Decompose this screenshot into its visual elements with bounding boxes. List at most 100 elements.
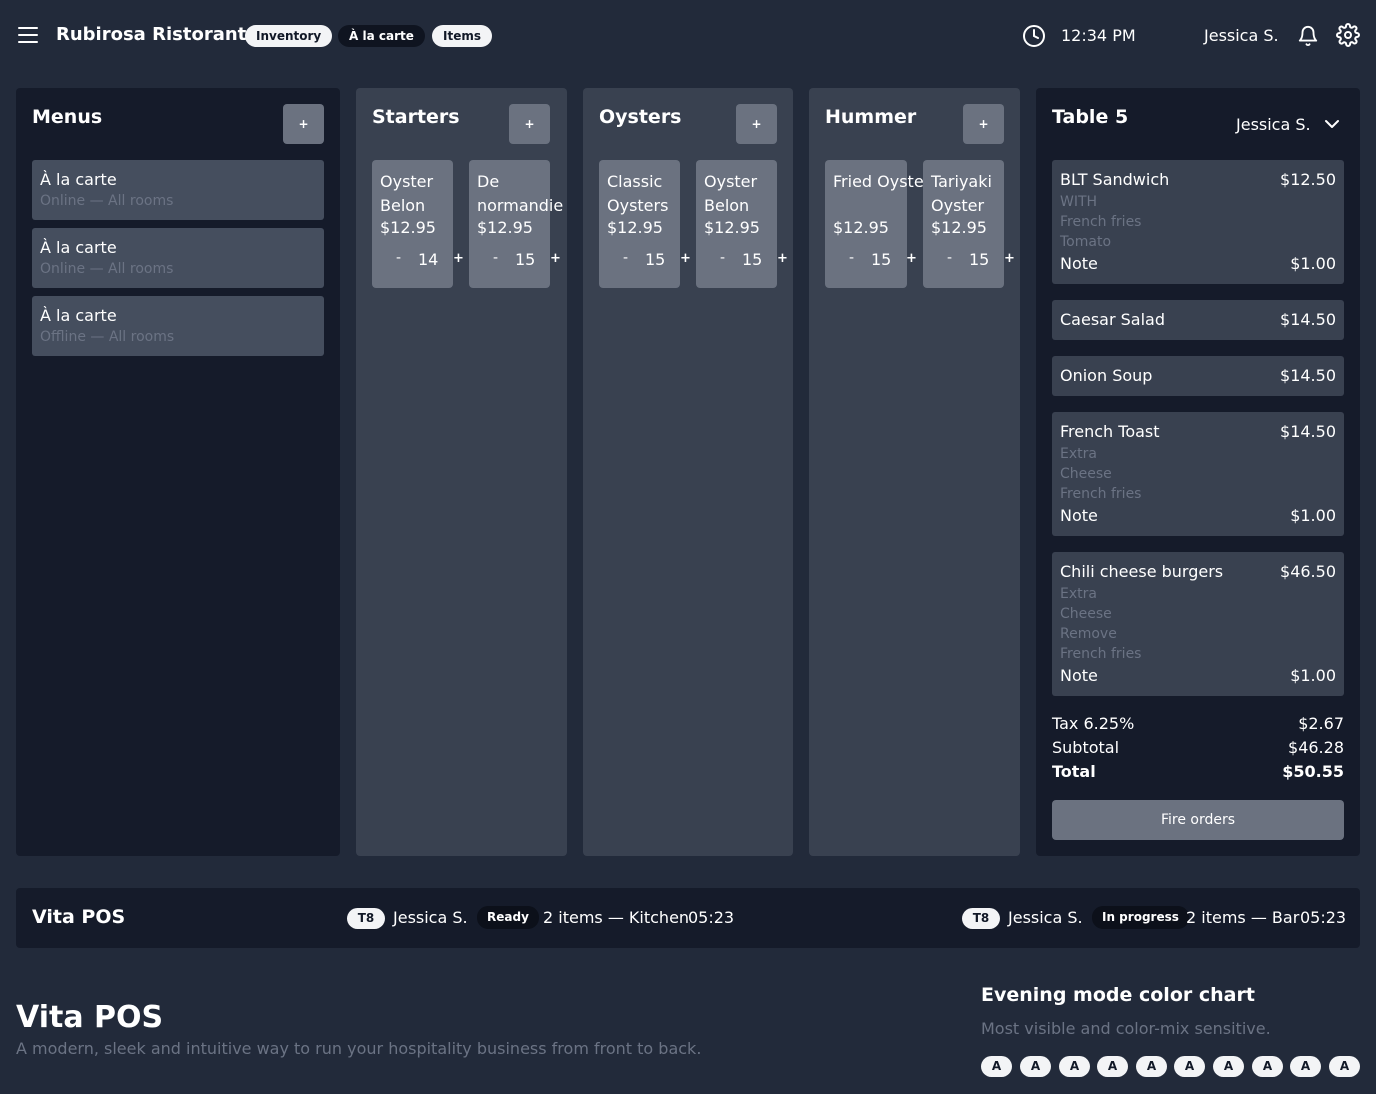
order-item[interactable]: Caesar Salad $14.50 <box>1052 300 1344 340</box>
item-quantity: 15 <box>871 250 892 269</box>
item-quantity: 15 <box>969 250 990 269</box>
add-item-button[interactable]: + <box>736 104 777 144</box>
bell-icon[interactable] <box>1297 24 1319 48</box>
order-item[interactable]: BLT Sandwich $12.50 WITH French fries To… <box>1052 160 1344 284</box>
top-bar: Rubirosa Ristorante Inventory À la carte… <box>0 0 1376 72</box>
order-item-price: $46.50 <box>1280 562 1336 581</box>
decrement-button[interactable]: - <box>623 250 628 266</box>
category-panel-starters: Starters + Oyster Belon $12.95 - 14 + De… <box>356 88 567 856</box>
nav-pill-items[interactable]: Items <box>432 25 492 47</box>
decrement-button[interactable]: - <box>396 250 401 266</box>
order-item-name: Caesar Salad <box>1060 310 1165 329</box>
order-item-name: Onion Soup <box>1060 366 1153 385</box>
category-title: Hummer <box>825 106 917 128</box>
order-modifier: French fries <box>1060 214 1142 230</box>
footer-subtitle: A modern, sleek and intuitive way to run… <box>16 1039 702 1058</box>
item-card[interactable]: Oyster Belon $12.95 - 15 + <box>696 160 788 288</box>
increment-button[interactable]: + <box>453 251 464 266</box>
menus-title: Menus <box>32 106 103 128</box>
current-user[interactable]: Jessica S. <box>1204 26 1279 45</box>
table-panel: Table 5 Jessica S. BLT Sandwich $12.50 W… <box>1036 88 1360 856</box>
status-badge: In progress <box>1092 906 1189 929</box>
clock-icon <box>1023 25 1045 47</box>
chevron-down-icon[interactable] <box>1324 118 1340 130</box>
item-name: Oyster Belon <box>380 172 434 215</box>
order-item[interactable]: Onion Soup $14.50 <box>1052 356 1344 396</box>
order-item[interactable]: French Toast $14.50 Extra Cheese French … <box>1052 412 1344 536</box>
order-item-name: Chili cheese burgers <box>1060 562 1224 581</box>
increment-button[interactable]: + <box>906 251 917 266</box>
subtotal-value: $46.28 <box>1288 738 1344 757</box>
nav-pill-a-la-carte[interactable]: À la carte <box>338 25 425 47</box>
total-value: $50.55 <box>1282 762 1344 781</box>
order-modifier: Cheese <box>1060 606 1112 622</box>
order-note: Note <box>1060 506 1098 525</box>
item-quantity: 15 <box>645 250 666 269</box>
menu-card-subtitle: Online — All rooms <box>40 193 174 209</box>
item-card[interactable]: De normandie $12.95 - 15 + <box>469 160 563 288</box>
order-item-price: $14.50 <box>1280 422 1336 441</box>
table-tag[interactable]: T8 <box>962 908 1000 929</box>
decrement-button[interactable]: - <box>947 250 952 266</box>
menu-card[interactable]: À la carte Online — All rooms <box>32 160 324 220</box>
order-modifier: French fries <box>1060 646 1142 662</box>
add-menu-button[interactable]: + <box>283 104 324 144</box>
menu-card[interactable]: À la carte Offline — All rooms <box>32 296 324 356</box>
table-user-select[interactable]: Jessica S. <box>1236 115 1311 134</box>
color-chart-title: Evening mode color chart <box>981 984 1255 1006</box>
item-quantity: 15 <box>515 250 536 269</box>
table-tag[interactable]: T8 <box>347 908 385 929</box>
increment-button[interactable]: + <box>680 251 691 266</box>
color-swatch: A <box>981 1056 1012 1077</box>
increment-button[interactable]: + <box>1004 251 1015 266</box>
increment-button[interactable]: + <box>777 251 788 266</box>
order-note: Note <box>1060 666 1098 685</box>
ticket-bar: Vita POS T8 Jessica S. Ready 2 items — K… <box>16 888 1360 948</box>
item-card[interactable]: Fried Oyster $12.95 - 15 + <box>825 160 930 288</box>
item-quantity: 14 <box>418 250 439 269</box>
order-modifier: Cheese <box>1060 466 1112 482</box>
subtotal-row: Subtotal $46.28 <box>1052 738 1344 757</box>
order-modifier: WITH <box>1060 194 1098 210</box>
item-price: $12.95 <box>704 218 760 237</box>
ticket-user: Jessica S. <box>1008 908 1083 927</box>
decrement-button[interactable]: - <box>720 250 725 266</box>
decrement-button[interactable]: - <box>493 250 498 266</box>
hamburger-menu-icon[interactable] <box>18 27 38 43</box>
footer-title: Vita POS <box>16 1000 164 1035</box>
item-card[interactable]: Tariyaki Oyster $12.95 - 15 + <box>923 160 1015 288</box>
menus-panel: Menus + À la carte Online — All rooms À … <box>16 88 340 856</box>
order-item[interactable]: Chili cheese burgers $46.50 Extra Cheese… <box>1052 552 1344 696</box>
ticket-time: 05:23 <box>1300 908 1347 927</box>
add-item-button[interactable]: + <box>509 104 550 144</box>
category-title: Oysters <box>599 106 682 128</box>
fire-orders-button[interactable]: Fire orders <box>1052 800 1344 840</box>
ticket-info: 2 items — Kitchen <box>543 908 690 927</box>
tax-value: $2.67 <box>1298 714 1344 733</box>
item-card[interactable]: Classic Oysters $12.95 - 15 + <box>599 160 691 288</box>
item-price: $12.95 <box>931 218 987 237</box>
menu-card[interactable]: À la carte Online — All rooms <box>32 228 324 288</box>
ticket-bar-title: Vita POS <box>32 906 126 928</box>
item-price: $12.95 <box>380 218 436 237</box>
order-item-price: $14.50 <box>1280 310 1336 329</box>
increment-button[interactable]: + <box>550 251 561 266</box>
item-name: Classic Oysters <box>607 172 669 215</box>
color-swatch: A <box>1252 1056 1283 1077</box>
decrement-button[interactable]: - <box>849 250 854 266</box>
order-item-price: $14.50 <box>1280 366 1336 385</box>
menu-card-subtitle: Offline — All rooms <box>40 329 175 345</box>
item-card[interactable]: Oyster Belon $12.95 - 14 + <box>372 160 464 288</box>
category-title: Starters <box>372 106 460 128</box>
gear-icon[interactable] <box>1336 23 1360 47</box>
color-swatch: A <box>1174 1056 1205 1077</box>
color-swatch: A <box>1020 1056 1051 1077</box>
nav-pill-inventory[interactable]: Inventory <box>245 25 333 47</box>
add-item-button[interactable]: + <box>963 104 1004 144</box>
order-modifier: Tomato <box>1060 234 1112 250</box>
color-swatch: A <box>1329 1056 1360 1077</box>
item-name: De normandie <box>477 172 564 215</box>
tax-row: Tax 6.25% $2.67 <box>1052 714 1344 733</box>
item-price: $12.95 <box>477 218 533 237</box>
item-price: $12.95 <box>607 218 663 237</box>
